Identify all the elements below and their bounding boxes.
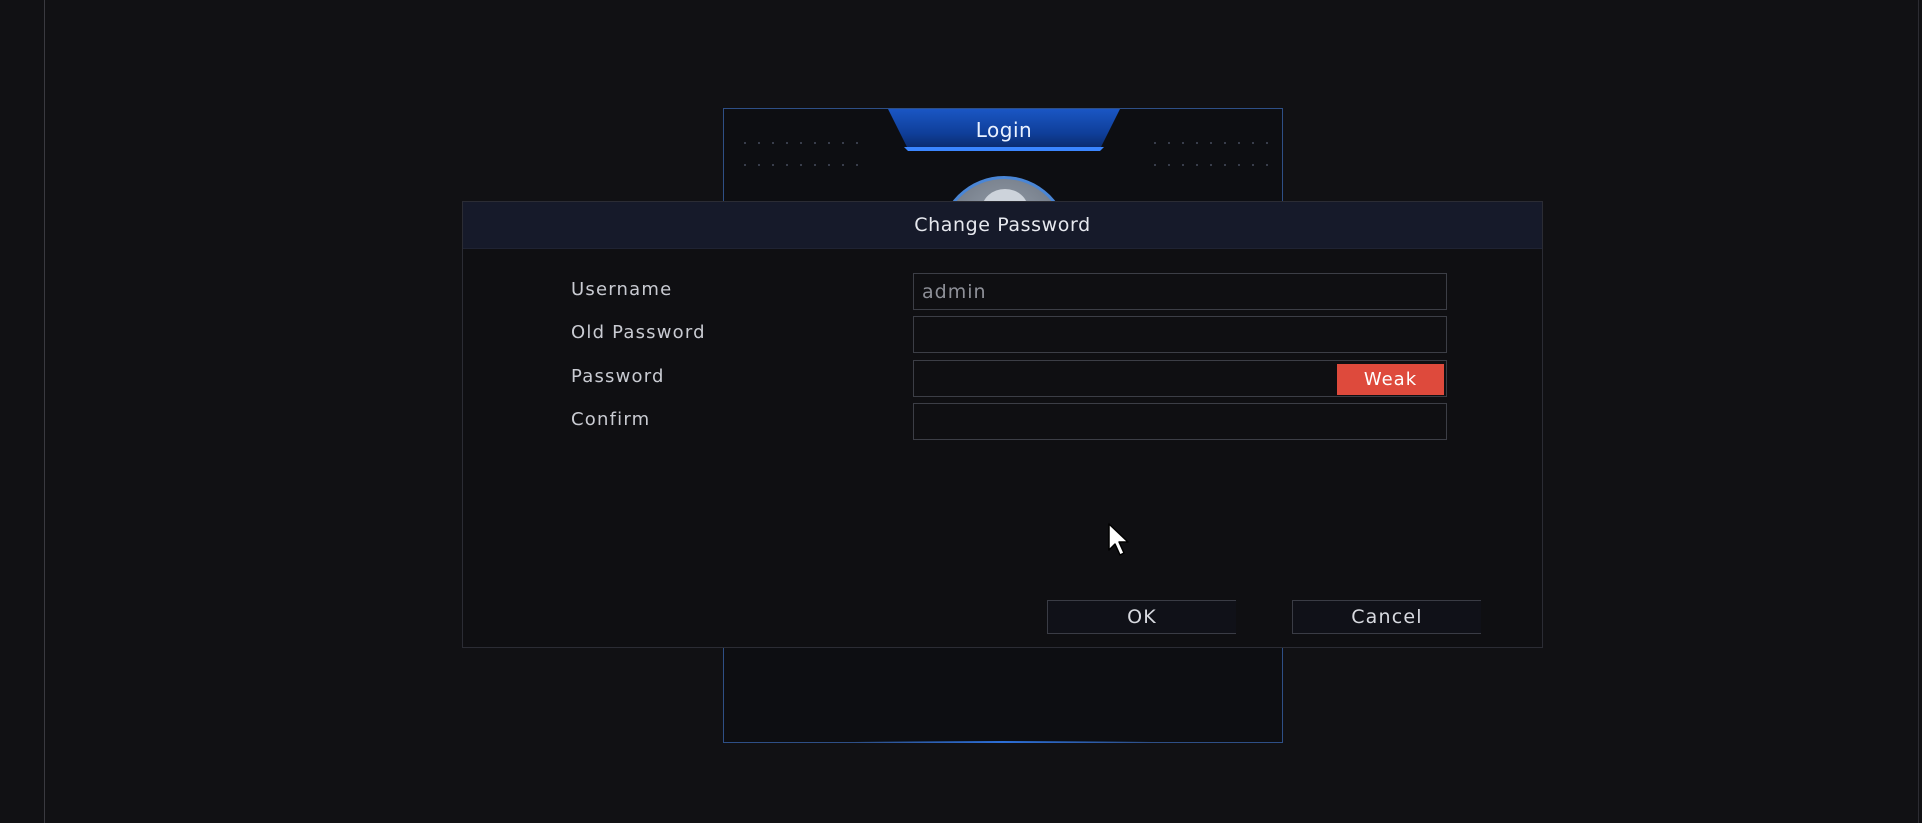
password-strength-badge: Weak	[1337, 364, 1444, 395]
dialog-header: Change Password	[463, 202, 1542, 249]
confirm-password-field[interactable]	[913, 403, 1447, 440]
cancel-button[interactable]: Cancel	[1292, 600, 1481, 634]
left-divider	[44, 0, 45, 823]
old-password-label: Old Password	[571, 322, 706, 343]
decor-dots	[738, 142, 858, 144]
arrow-cursor-icon	[1108, 523, 1129, 556]
password-label: Password	[571, 366, 665, 387]
confirm-label: Confirm	[571, 409, 651, 430]
old-password-field[interactable]	[913, 316, 1447, 353]
username-label: Username	[571, 279, 673, 300]
screen: Login Change Password Username Old Passw…	[0, 0, 1922, 823]
dialog-title: Change Password	[914, 214, 1091, 236]
ok-button[interactable]: OK	[1047, 600, 1236, 634]
username-field[interactable]	[913, 273, 1447, 310]
decor-dots	[1148, 142, 1268, 144]
decor-dots	[738, 164, 858, 166]
change-password-dialog: Change Password Username Old Password Pa…	[462, 201, 1543, 648]
login-title: Login	[975, 118, 1033, 142]
login-title-tab: Login	[888, 109, 1120, 155]
decor-dots	[1148, 164, 1268, 166]
right-divider	[1918, 0, 1919, 823]
